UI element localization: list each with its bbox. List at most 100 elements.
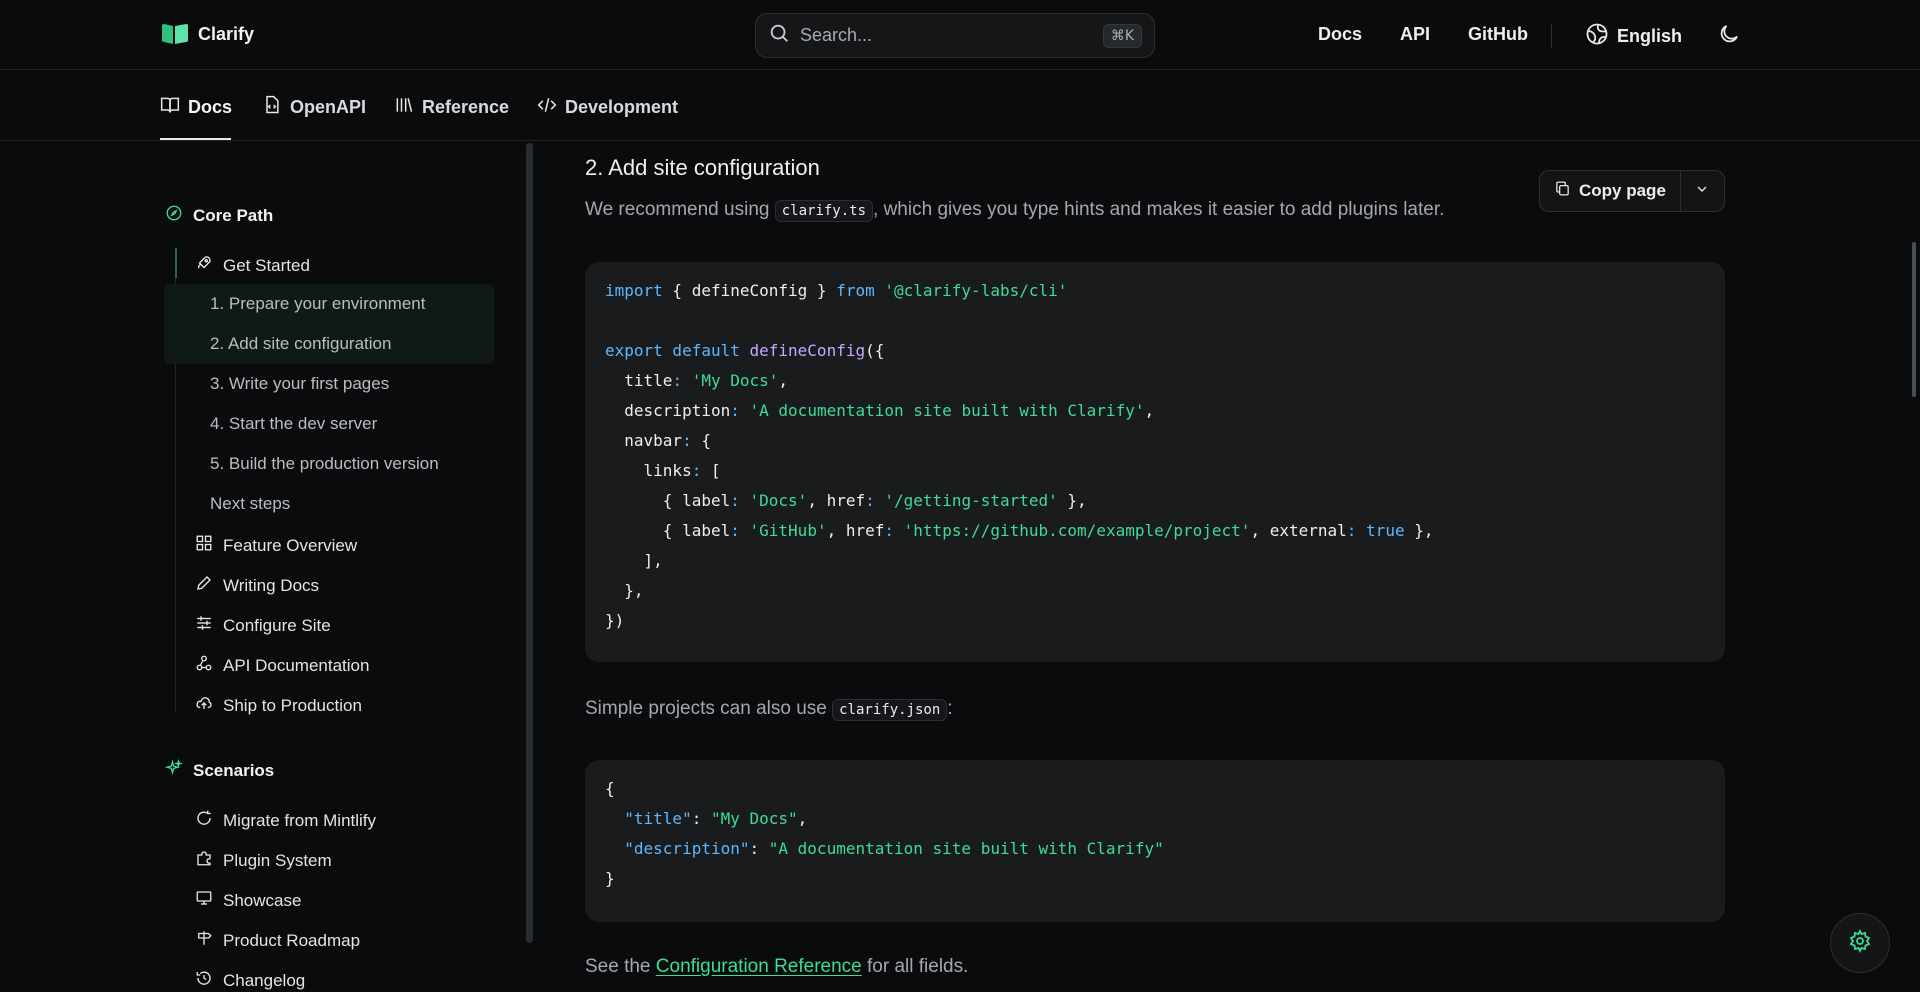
- sidebar-item-showcase[interactable]: Showcase: [195, 889, 301, 912]
- text: :: [947, 698, 953, 719]
- chevron-down-icon: [1694, 181, 1710, 202]
- intro-paragraph: We recommend using clarify.ts, which giv…: [585, 199, 1444, 222]
- sidebar-item-plugin-system[interactable]: Plugin System: [195, 849, 332, 872]
- library-icon: [394, 95, 414, 120]
- sidebar-item-api-documentation[interactable]: API Documentation: [195, 654, 369, 677]
- configuration-reference-link[interactable]: Configuration Reference: [656, 956, 862, 977]
- history-icon: [195, 969, 213, 992]
- gear-icon: [1848, 928, 1872, 958]
- file-code-icon: [262, 95, 282, 120]
- sidebar-item-label: API Documentation: [223, 655, 370, 675]
- copy-options-dropdown[interactable]: [1681, 171, 1724, 211]
- sparkles-icon: [164, 758, 184, 782]
- tab-reference[interactable]: Reference: [394, 95, 509, 120]
- sidebar-group-title: Core Path: [193, 205, 274, 225]
- tab-label: Reference: [422, 97, 510, 117]
- search-icon: [768, 22, 790, 49]
- section-tabs: Docs OpenAPI Reference Development: [0, 71, 1920, 141]
- sidebar-group-title: Scenarios: [193, 760, 275, 780]
- language-switcher[interactable]: English: [1585, 22, 1682, 51]
- sidebar-item-migrate-from-mintlify[interactable]: Migrate from Mintlify: [195, 809, 376, 832]
- pen-icon: [195, 574, 213, 597]
- sidebar-group-core-path[interactable]: Core Path: [165, 204, 273, 227]
- page-scrollbar[interactable]: [1912, 242, 1916, 397]
- sidebar-item-configure-site[interactable]: Configure Site: [195, 614, 331, 637]
- webhook-icon: [195, 654, 213, 677]
- copy-icon: [1554, 180, 1571, 202]
- sidebar-item-label: Migrate from Mintlify: [223, 810, 377, 830]
- sidebar-item-label: Ship to Production: [223, 695, 362, 715]
- settings-button[interactable]: [1830, 913, 1890, 973]
- sidebar-subitem-build-production[interactable]: 5. Build the production version: [210, 454, 439, 474]
- refresh-icon: [195, 809, 213, 832]
- code-line: title: 'My Docs',: [605, 371, 789, 390]
- code-line: links: [: [605, 461, 721, 480]
- nav-docs-link[interactable]: Docs: [1318, 24, 1362, 45]
- code-line: ],: [605, 551, 663, 570]
- code-line: "description": "A documentation site bui…: [624, 839, 1164, 858]
- tab-label: OpenAPI: [290, 97, 367, 117]
- code-line: {: [605, 779, 615, 798]
- sidebar-subitem-next-steps[interactable]: Next steps: [210, 494, 290, 514]
- code-line: }): [605, 611, 625, 630]
- code-line: description: 'A documentation site built…: [605, 401, 1155, 420]
- sidebar-subitem-start-dev-server[interactable]: 4. Start the dev server: [210, 414, 377, 434]
- sidebar-scrollbar[interactable]: [526, 143, 533, 943]
- tab-docs[interactable]: Docs: [160, 95, 232, 120]
- globe-icon: [1585, 22, 1609, 51]
- sidebar-item-get-started[interactable]: Get Started: [195, 254, 310, 277]
- active-tab-indicator: [160, 138, 231, 140]
- sidebar-item-label: Writing Docs: [223, 575, 320, 595]
- code-block-json[interactable]: { "title": "My Docs", "description": "A …: [585, 760, 1725, 922]
- sidebar-item-label: Plugin System: [223, 850, 332, 870]
- tab-label: Development: [565, 97, 679, 117]
- text: See the: [585, 956, 656, 977]
- section-heading: 2. Add site configuration: [585, 155, 820, 180]
- tab-label: Docs: [188, 97, 233, 117]
- sidebar-item-product-roadmap[interactable]: Product Roadmap: [195, 929, 360, 952]
- text: for all fields.: [861, 956, 969, 977]
- code-line: { label: 'Docs', href: '/getting-started…: [605, 491, 1087, 510]
- search-shortcut: ⌘K: [1102, 23, 1142, 48]
- nav-github-link[interactable]: GitHub: [1468, 24, 1528, 45]
- signpost-icon: [195, 929, 213, 952]
- code-line: }: [605, 869, 615, 888]
- sidebar-item-changelog[interactable]: Changelog: [195, 969, 305, 992]
- code-line: import { defineConfig } from '@clarify-l…: [605, 281, 1068, 300]
- tab-openapi[interactable]: OpenAPI: [262, 95, 366, 120]
- sidebar-item-label: Changelog: [223, 970, 306, 990]
- sidebar-item-label: Get Started: [223, 255, 310, 275]
- brand-logo[interactable]: Clarify: [160, 22, 254, 46]
- theme-toggle-moon-icon[interactable]: [1717, 22, 1741, 51]
- cloud-upload-icon: [195, 694, 213, 717]
- sidebar-item-label: Showcase: [223, 890, 302, 910]
- sidebar-item-label: Configure Site: [223, 615, 331, 635]
- copy-page-label: Copy page: [1579, 181, 1666, 200]
- code-line: navbar: {: [605, 431, 711, 450]
- text: Simple projects can also use: [585, 698, 833, 719]
- sidebar-item-label: Product Roadmap: [223, 930, 361, 950]
- sidebar-subitem-add-site-configuration[interactable]: 2. Add site configuration: [210, 334, 391, 354]
- search-input[interactable]: Search... ⌘K: [755, 13, 1155, 58]
- tab-development[interactable]: Development: [537, 95, 678, 120]
- copy-page-button[interactable]: Copy page: [1540, 171, 1681, 211]
- sidebar-item-ship-to-production[interactable]: Ship to Production: [195, 694, 362, 717]
- code-line: export default defineConfig({: [605, 341, 885, 360]
- compass-icon: [165, 204, 183, 227]
- sidebar-group-scenarios[interactable]: Scenarios: [164, 758, 275, 782]
- sidebar-item-writing-docs[interactable]: Writing Docs: [195, 574, 319, 597]
- nav-api-link[interactable]: API: [1400, 24, 1430, 45]
- code-line: },: [605, 581, 644, 600]
- sidebar: Core Path Get Started 1. Prepare your en…: [160, 142, 500, 992]
- sidebar-subitem-prepare-environment[interactable]: 1. Prepare your environment: [210, 294, 425, 314]
- code-block-ts[interactable]: import { defineConfig } from '@clarify-l…: [585, 262, 1725, 662]
- sidebar-item-feature-overview[interactable]: Feature Overview: [195, 534, 357, 557]
- code-line: { label: 'GitHub', href: 'https://github…: [605, 521, 1434, 540]
- nav-divider: [1551, 24, 1552, 48]
- sidebar-subitem-write-first-pages[interactable]: 3. Write your first pages: [210, 374, 389, 394]
- puzzle-icon: [195, 849, 213, 872]
- top-bar: Clarify Search... ⌘K Docs API GitHub Eng…: [0, 0, 1920, 70]
- search-placeholder: Search...: [800, 25, 873, 45]
- inline-code: clarify.json: [832, 699, 948, 721]
- text: We recommend using: [585, 199, 775, 220]
